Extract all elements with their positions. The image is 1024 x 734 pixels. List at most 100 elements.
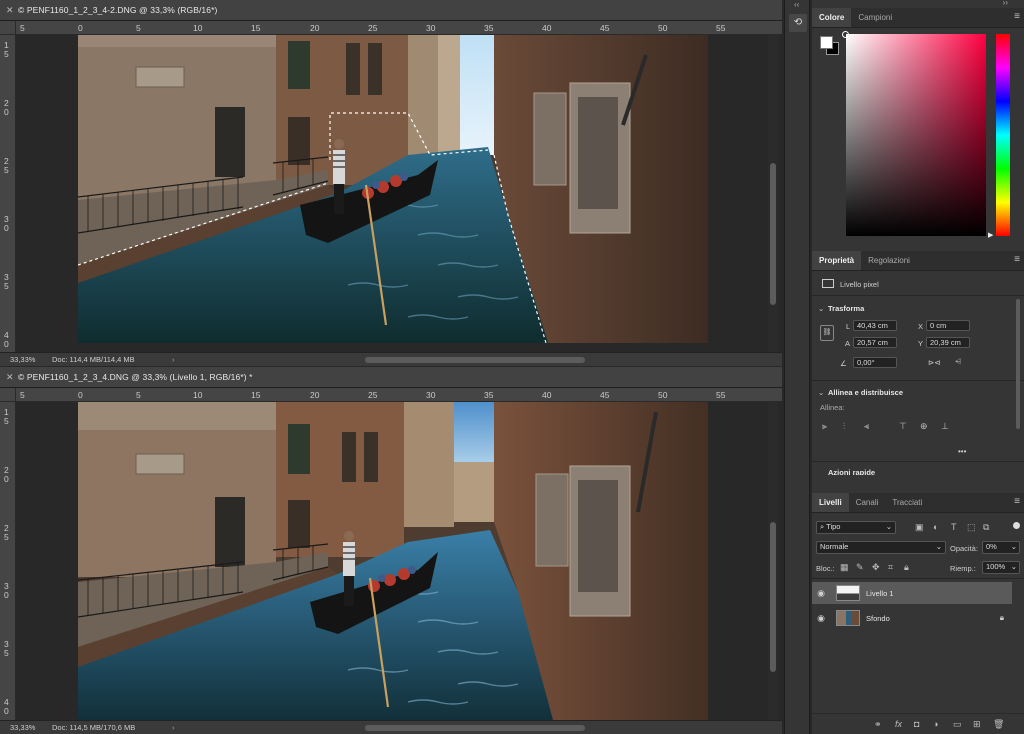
panel-menu-icon[interactable]: ≡ [1014,496,1020,507]
align-right-icon[interactable]: ⫷ [864,421,869,432]
tab-campioni[interactable]: Campioni [851,8,899,27]
panel-dock-strip: ‹‹ ⟲ [784,0,810,734]
panel-menu-icon[interactable]: ≡ [1014,11,1020,22]
lock-transparency-icon[interactable]: ▦ [840,562,849,573]
horizontal-ruler: 5 0 5 10 15 20 25 30 35 40 45 50 55 [16,388,782,402]
new-layer-icon[interactable]: ⊞ [973,719,981,730]
mask-icon[interactable]: ◘ [914,719,919,729]
document-tab-bottom[interactable]: ✕ © PENF1160_1_2_3_4.DNG @ 33,3% (Livell… [0,367,782,388]
lock-pixels-icon[interactable]: ✎ [856,562,864,573]
filter-adjustment-icon[interactable]: ◐ [933,522,938,532]
opacity-field[interactable]: 0% ⌄ [982,541,1020,554]
filter-shape-icon[interactable]: ⬚ [967,522,976,533]
y-field[interactable]: 20,39 cm [926,337,970,348]
collapse-panels-icon[interactable]: ›› [1003,0,1008,7]
ruler-corner [0,388,16,402]
lock-artboard-icon[interactable]: ⌗ [888,562,893,573]
panel-menu-icon[interactable]: ≡ [1014,254,1020,265]
hue-slider[interactable] [996,34,1010,236]
color-picker-marker [842,31,849,38]
history-icon[interactable]: ⟲ [789,14,807,32]
angle-field[interactable]: 0,00° [853,357,897,368]
close-icon[interactable]: ✕ [6,372,18,383]
x-field[interactable]: 0 cm [926,320,970,331]
chevron-right-icon[interactable]: › [172,355,184,364]
align-bottom-icon[interactable]: ⊥ [941,421,949,432]
filter-toggle-icon[interactable] [1013,522,1020,529]
layer-name: Sfondo [866,613,890,623]
properties-panel-tabs: Proprietà Regolazioni ≡ [812,251,1024,271]
filter-smart-object-icon[interactable]: ⧉ [983,522,989,533]
filter-type-icon[interactable]: T [951,522,957,532]
chevron-right-icon[interactable]: › [172,723,184,732]
trash-icon[interactable]: 🗑︎ [993,719,1004,730]
collapse-icon[interactable]: ‹‹ [794,0,799,9]
tab-tracciati[interactable]: Tracciati [885,493,929,512]
foreground-color-swatch[interactable] [820,36,833,49]
zoom-level[interactable]: 33,33% [0,723,52,732]
properties-scrollbar[interactable] [1016,299,1020,429]
vertical-scrollbar-track [768,35,778,352]
link-proportions-icon[interactable]: ⛓ [820,325,834,341]
align-top-icon[interactable]: ⊤ [899,421,907,432]
doc-size-info: Doc: 114,5 MB/170,6 MB [52,723,136,732]
vertical-scrollbar-track [768,402,778,720]
tab-livelli[interactable]: Livelli [812,493,849,512]
color-panel-body: ▶ [812,28,1024,246]
lock-icon: 🔒︎ [999,613,1004,622]
hue-slider-handle-icon[interactable]: ▶ [988,231,993,239]
align-middle-icon[interactable]: ⊕ [920,421,928,432]
canvas-area[interactable] [16,35,770,352]
blend-mode-select[interactable]: Normale ⌄ [816,541,946,554]
canvas-area[interactable] [16,402,770,720]
fill-field[interactable]: 100% ⌄ [982,561,1020,574]
align-left-icon[interactable]: ⫸ [822,421,827,432]
adjustment-icon[interactable]: ◑ [933,719,938,729]
layer-thumbnail [836,610,860,626]
zoom-level[interactable]: 33,33% [0,355,52,364]
search-icon: ⌕ [820,522,825,531]
layer-row-livello-1[interactable]: ◉ Livello 1 [812,582,1012,604]
vertical-scrollbar-thumb[interactable] [770,163,776,305]
flip-horizontal-icon[interactable]: ⊳⊲ [928,358,941,367]
transform-title: Trasforma [828,304,865,313]
layer-thumbnail [836,585,860,601]
folder-icon[interactable]: ▭ [953,719,962,730]
opacity-label: Opacità: [950,544,978,553]
color-picker-field[interactable] [846,34,986,236]
tab-canali[interactable]: Canali [849,493,886,512]
layer-row-sfondo[interactable]: ◉ Sfondo 🔒︎ [812,607,1012,629]
chevron-down-icon[interactable]: ⌄ [818,388,824,397]
document-tab-top[interactable]: ✕ © PENF1160_1_2_3_4-2.DNG @ 33,3% (RGB/… [0,0,782,21]
properties-body: Livello pixel ⌄ Trasforma ⛓ L 40,43 cm A… [812,271,1024,479]
document-window-bottom: ✕ © PENF1160_1_2_3_4.DNG @ 33,3% (Livell… [0,367,782,734]
width-field[interactable]: 40,43 cm [853,320,897,331]
filter-pixel-icon[interactable]: ▣ [915,522,924,533]
layers-body: ⌕ Tipo ⌄ ▣ ◐ T ⬚ ⧉ Normale ⌄ Opacità: 0%… [812,513,1024,734]
close-icon[interactable]: ✕ [6,5,18,16]
chevron-down-icon[interactable]: ⌄ [818,304,824,313]
visibility-eye-icon[interactable]: ◉ [812,588,830,599]
horizontal-scrollbar-thumb[interactable] [365,725,585,731]
layer-kind-label: Livello pixel [840,280,879,289]
more-options-button[interactable]: ••• [958,447,966,456]
tab-proprieta[interactable]: Proprietà [812,251,862,270]
fx-icon[interactable]: fx [895,719,902,729]
lock-all-icon[interactable]: 🔒︎ [904,562,909,573]
pixel-layer-icon [822,279,834,288]
visibility-eye-icon[interactable]: ◉ [812,613,830,624]
layer-filter-select[interactable]: ⌕ Tipo ⌄ [816,521,896,534]
vertical-scrollbar-thumb[interactable] [770,522,776,672]
lock-position-icon[interactable]: ✥ [872,562,880,573]
ruler-corner [0,21,16,35]
document-title: © PENF1160_1_2_3_4.DNG @ 33,3% (Livello … [18,372,253,382]
horizontal-scrollbar-thumb[interactable] [365,357,585,363]
tab-regolazioni[interactable]: Regolazioni [861,251,917,270]
link-icon[interactable]: ⚭ [874,719,882,730]
flip-vertical-icon[interactable]: ⩤ [955,357,961,367]
tab-colore[interactable]: Colore [812,8,852,27]
align-center-icon[interactable]: ⫶ [843,421,845,432]
right-panels: ›› Colore Campioni ≡ ▶ Proprietà Regolaz… [812,0,1024,734]
venice-canal-photo [78,402,708,720]
height-field[interactable]: 20,57 cm [853,337,897,348]
